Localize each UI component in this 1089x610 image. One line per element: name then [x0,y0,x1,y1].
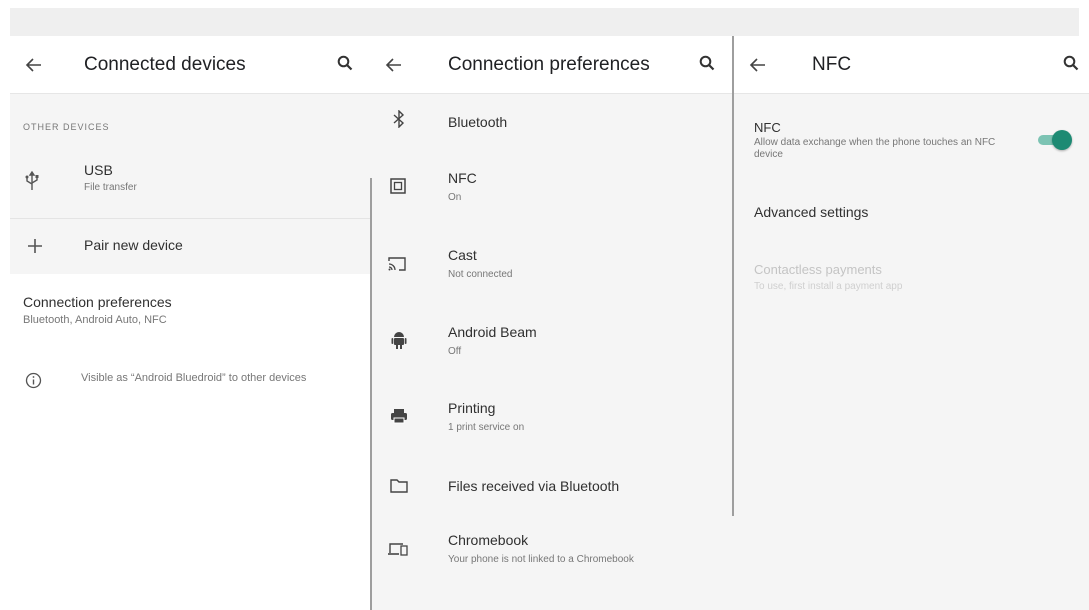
back-arrow-icon[interactable] [748,55,768,75]
search-icon[interactable] [698,54,716,72]
chromebook-subtitle: Your phone is not linked to a Chromebook [448,554,634,565]
nfc-pane: NFC NFC Allow data exchange when the pho… [734,36,1089,610]
info-icon [25,372,42,389]
bluetooth-title: Bluetooth [448,114,508,130]
connected-devices-topbar: Connected devices [10,36,370,94]
connection-preferences-topbar: Connection preferences [370,36,734,94]
cast-subtitle: Not connected [448,269,513,280]
connection-preferences-item[interactable]: Connection preferences Bluetooth, Androi… [10,288,370,344]
nfc-topbar: NFC [734,36,1089,94]
printing-subtitle: 1 print service on [448,422,525,433]
usb-icon [24,170,40,192]
printing-item[interactable]: Printing 1 print service on [370,396,734,456]
nfc-title: NFC [448,170,477,186]
bluetooth-item[interactable]: Bluetooth [370,106,734,156]
chromebook-title: Chromebook [448,532,529,548]
cast-title: Cast [448,247,477,263]
bluetooth-icon [392,110,406,128]
page-title: Connected devices [84,54,246,75]
android-beam-item[interactable]: Android Beam Off [370,318,734,378]
nfc-item[interactable]: NFC On [370,162,734,222]
nfc-subtitle: On [448,192,462,203]
nfc-setting-title: NFC [754,120,781,135]
android-beam-subtitle: Off [448,346,462,357]
nfc-toggle-switch[interactable] [1036,128,1072,152]
search-icon[interactable] [1062,54,1080,72]
printing-title: Printing [448,400,496,416]
files-received-title: Files received via Bluetooth [448,478,620,494]
folder-icon [390,478,408,493]
back-arrow-icon[interactable] [24,55,44,75]
status-bar [0,0,1089,36]
back-arrow-icon[interactable] [384,55,404,75]
nfc-icon [390,178,406,194]
usb-title: USB [84,162,113,178]
page-title: Connection preferences [448,54,650,75]
connection-preferences-pane: Connection preferences Bluetooth NFC On … [370,36,734,610]
pair-new-device-label: Pair new device [84,237,183,253]
visibility-info: Visible as “Android Bluedroid” to other … [10,366,370,416]
connection-preferences-subtitle: Bluetooth, Android Auto, NFC [23,314,167,326]
printer-icon [390,408,408,424]
android-icon [391,330,407,350]
devices-icon [388,542,408,556]
advanced-settings-title: Advanced settings [754,204,869,220]
advanced-settings-item[interactable]: Advanced settings [734,196,1089,236]
chromebook-item[interactable]: Chromebook Your phone is not linked to a… [370,526,734,586]
contactless-payments-item: Contactless payments To use, first insta… [734,256,1089,306]
contactless-payments-subtitle: To use, first install a payment app [754,281,903,292]
cast-icon [388,257,406,271]
usb-item[interactable]: USB File transfer [10,148,370,218]
contactless-payments-title: Contactless payments [754,262,882,277]
android-beam-title: Android Beam [448,324,537,340]
page-title: NFC [812,54,852,75]
section-header-other-devices: OTHER DEVICES [23,122,110,132]
connection-preferences-title: Connection preferences [23,294,172,310]
plus-icon [27,238,43,254]
cast-item[interactable]: Cast Not connected [370,241,734,301]
visibility-info-text: Visible as “Android Bluedroid” to other … [81,372,307,384]
pair-new-device-item[interactable]: Pair new device [10,219,370,274]
nfc-setting-description: Allow data exchange when the phone touch… [754,137,996,160]
search-icon[interactable] [336,54,354,72]
toggle-knob [1052,130,1072,150]
files-received-item[interactable]: Files received via Bluetooth [370,466,734,506]
connected-devices-pane: Connected devices OTHER DEVICES USB File… [10,36,370,610]
usb-subtitle: File transfer [84,182,137,193]
